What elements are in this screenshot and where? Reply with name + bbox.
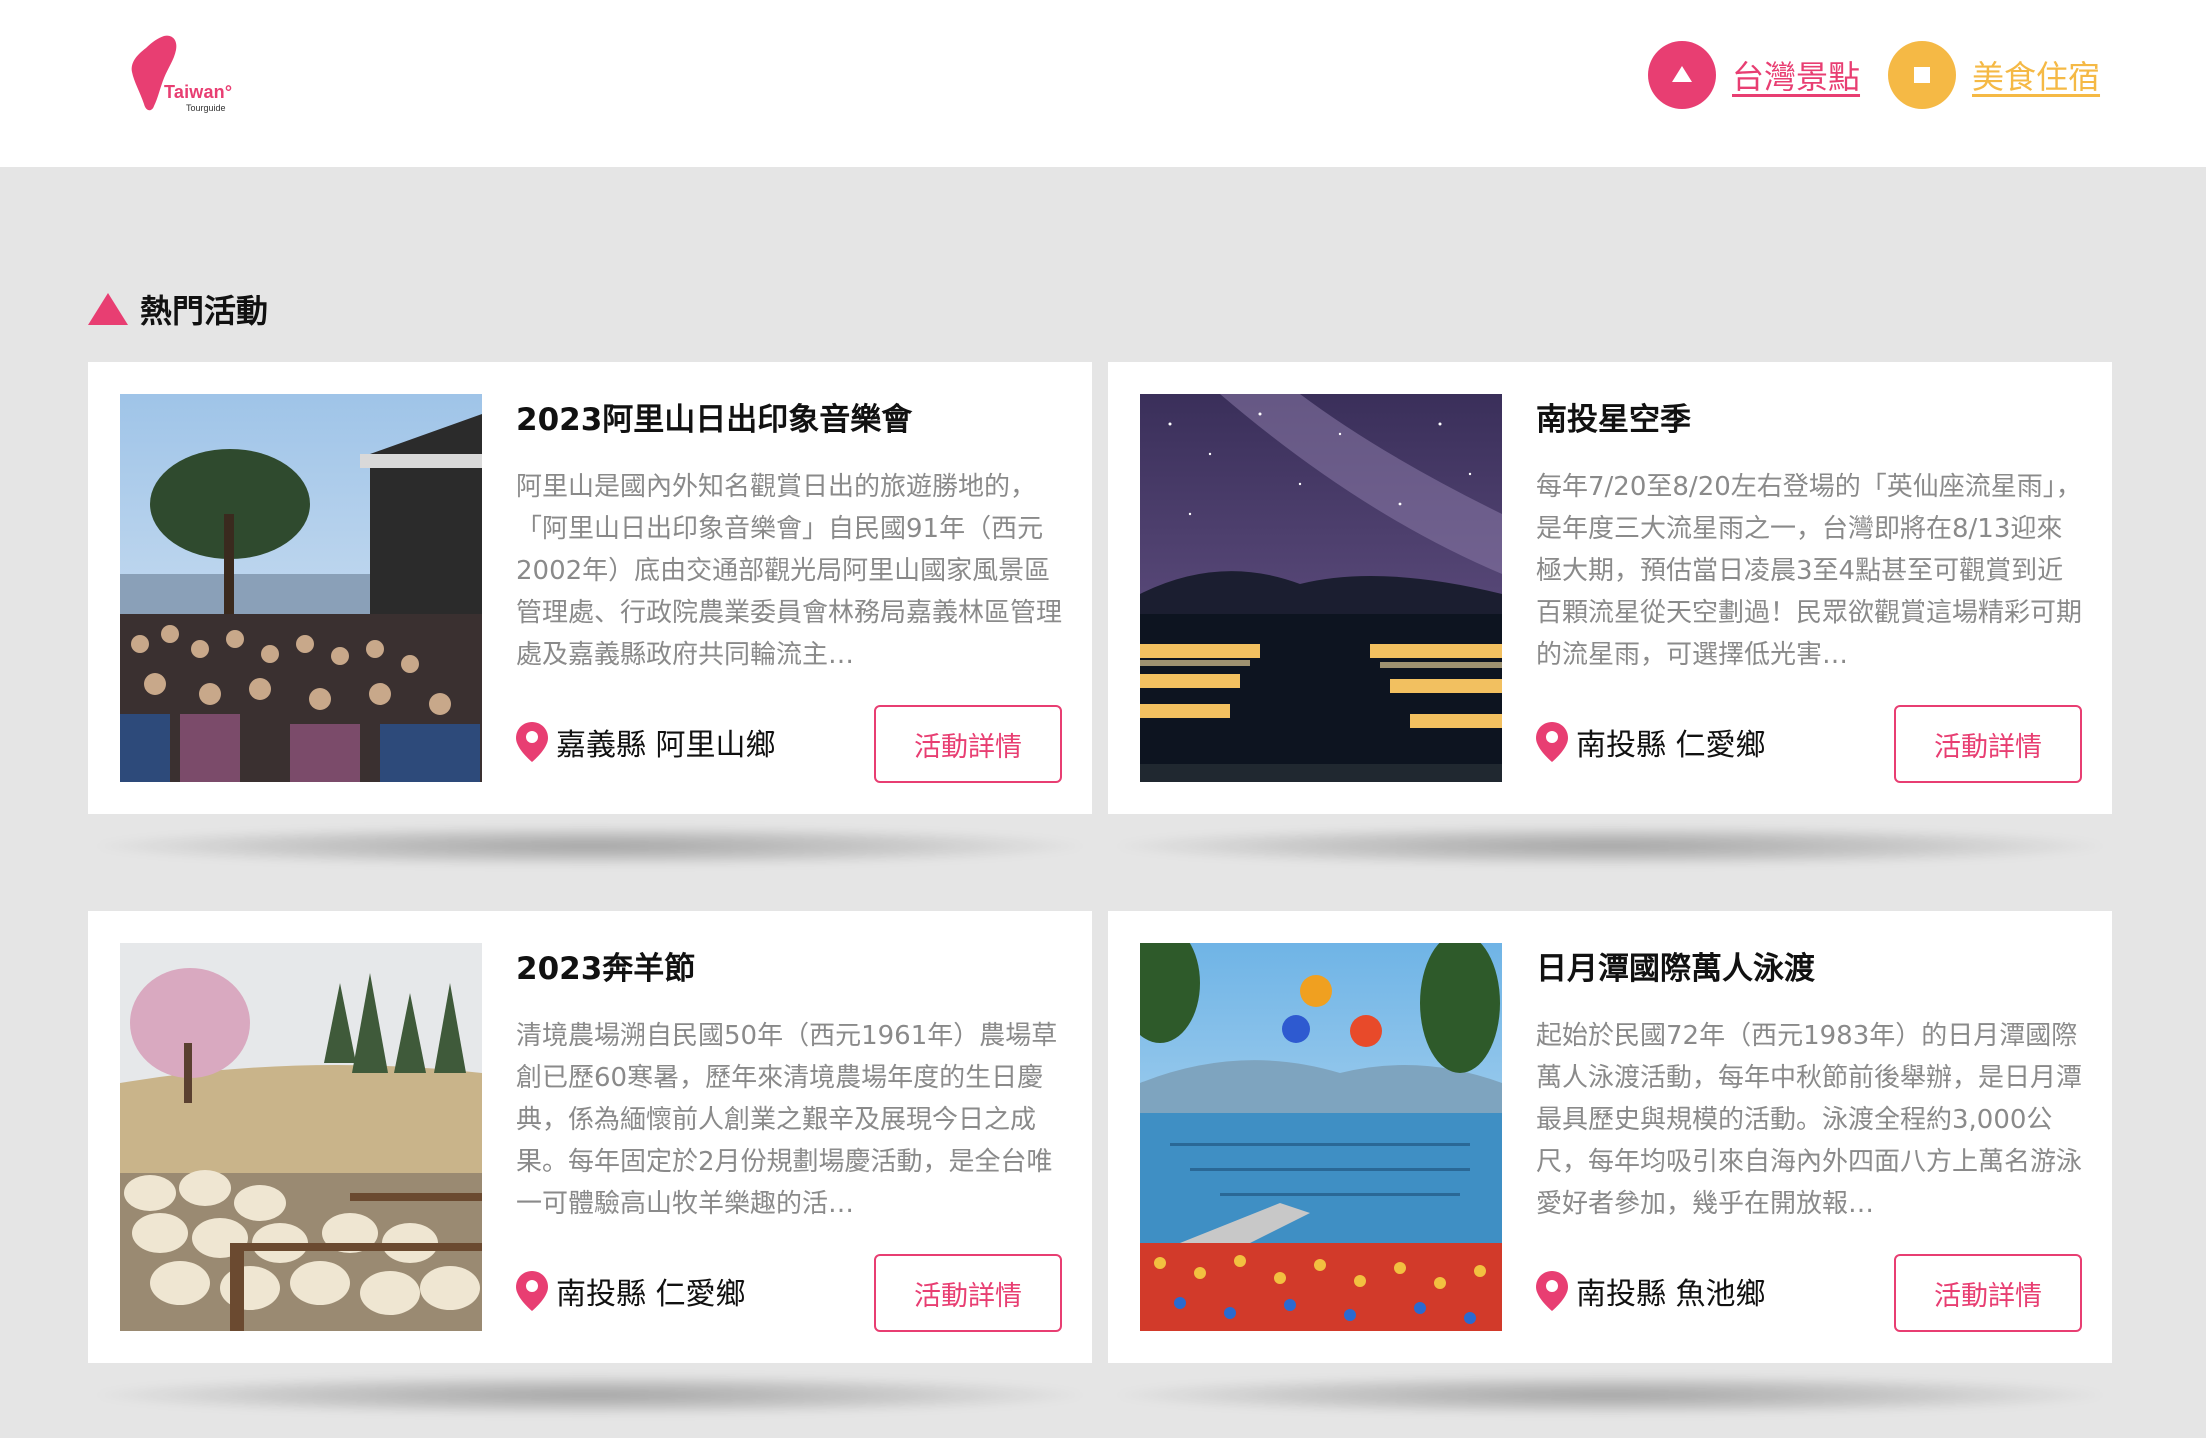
- activity-card: 南投星空季 每年7/20至8/20左右登場的「英仙座流星雨」，是年度三大流星雨之…: [1108, 362, 2112, 866]
- nav-attractions-label: 台灣景點: [1732, 58, 1861, 96]
- card-description: 阿里山是國內外知名觀賞日出的旅遊勝地的，「阿里山日出印象音樂會」自民國91年（西…: [516, 472, 1062, 670]
- location-pin-icon: [1536, 1271, 1568, 1311]
- card-location: 南投縣 仁愛鄉: [516, 1269, 746, 1313]
- card-description: 起始於民國72年（西元1983年）的日月潭國際萬人泳渡活動，每年中秋節前後舉辦，…: [1536, 1021, 2082, 1219]
- nav-attractions[interactable]: 台灣景點: [1648, 41, 1860, 109]
- card-title: 2023奔羊節: [516, 951, 696, 987]
- activity-detail-button[interactable]: 活動詳情: [1894, 1254, 2082, 1332]
- card-description: 每年7/20至8/20左右登場的「英仙座流星雨」，是年度三大流星雨之一，台灣即將…: [1536, 472, 2082, 670]
- location-text: 南投縣 仁愛鄉: [556, 1277, 746, 1312]
- card-title: 日月潭國際萬人泳渡: [1536, 951, 1815, 987]
- starry-lake-photo: [1140, 394, 1502, 782]
- lake-swim-photo: [1140, 943, 1502, 1331]
- activity-card: 2023奔羊節 清境農場溯自民國50年（西元1961年）農場草創已歷60寒暑，歷…: [88, 911, 1092, 1415]
- card-location: 嘉義縣 阿里山鄉: [516, 720, 776, 764]
- nav-food-lodging[interactable]: 美食住宿: [1888, 41, 2100, 109]
- location-pin-icon: [1536, 722, 1568, 762]
- card-location: 南投縣 仁愛鄉: [1536, 720, 1766, 764]
- card-title: 南投星空季: [1536, 402, 1691, 438]
- logo-subtext: Tourguide: [186, 103, 226, 113]
- section-heading: 熱門活動: [88, 286, 268, 332]
- location-pin-icon: [516, 722, 548, 762]
- site-logo[interactable]: Taiwan° Tourguide: [128, 32, 248, 118]
- nav-food-lodging-label: 美食住宿: [1972, 58, 2101, 96]
- location-text: 嘉義縣 阿里山鄉: [556, 728, 776, 763]
- activity-card: 2023阿里山日出印象音樂會 阿里山是國內外知名觀賞日出的旅遊勝地的，「阿里山日…: [88, 362, 1092, 866]
- activity-detail-button[interactable]: 活動詳情: [874, 1254, 1062, 1332]
- triangle-icon: [1648, 41, 1716, 109]
- activity-detail-button[interactable]: 活動詳情: [1894, 705, 2082, 783]
- location-text: 南投縣 仁愛鄉: [1576, 728, 1766, 763]
- activity-card: 日月潭國際萬人泳渡 起始於民國72年（西元1983年）的日月潭國際萬人泳渡活動，…: [1108, 911, 2112, 1415]
- card-location: 南投縣 魚池鄉: [1536, 1269, 1766, 1313]
- location-text: 南投縣 魚池鄉: [1576, 1277, 1766, 1312]
- section-title: 熱門活動: [140, 292, 269, 330]
- location-pin-icon: [516, 1271, 548, 1311]
- card-title: 2023阿里山日出印象音樂會: [516, 402, 913, 438]
- activity-detail-button[interactable]: 活動詳情: [874, 705, 1062, 783]
- concert-crowd-photo: [120, 394, 482, 782]
- card-description: 清境農場溯自民國50年（西元1961年）農場草創已歷60寒暑，歷年來清境農場年度…: [516, 1021, 1058, 1219]
- square-icon: [1888, 41, 1956, 109]
- site-header: Taiwan° Tourguide 台灣景點 美食住宿: [0, 0, 2206, 167]
- sheep-farm-photo: [120, 943, 482, 1331]
- triangle-icon: [88, 293, 128, 325]
- logo-text: Taiwan°: [164, 82, 233, 102]
